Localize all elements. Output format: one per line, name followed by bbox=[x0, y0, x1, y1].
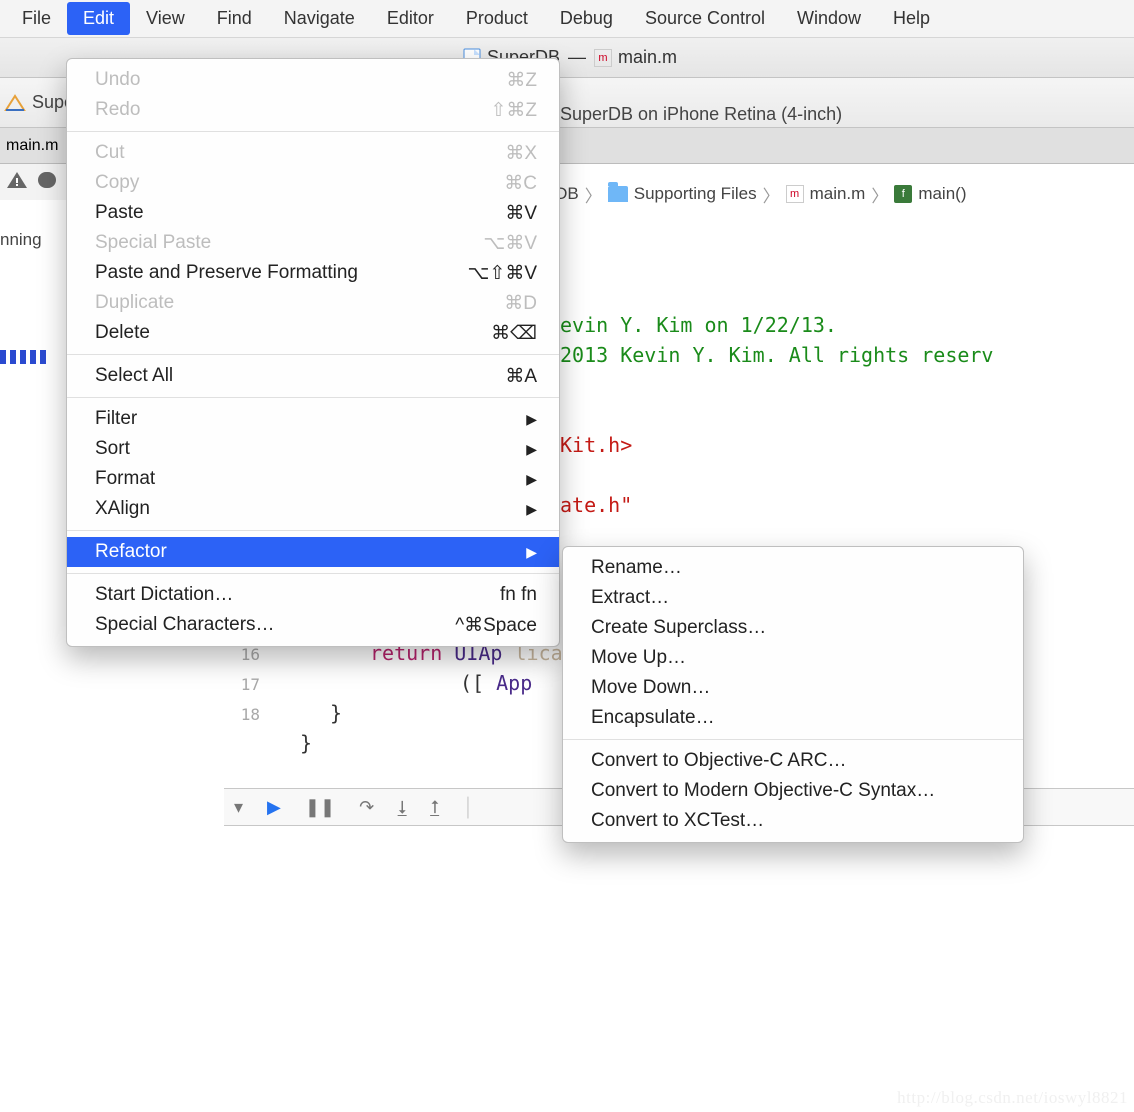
menu-window[interactable]: Window bbox=[781, 2, 877, 35]
menu-editor[interactable]: Editor bbox=[371, 2, 450, 35]
title-sep: — bbox=[568, 47, 586, 68]
warning-icon[interactable] bbox=[6, 170, 28, 195]
gutter-17: 17 bbox=[224, 670, 260, 700]
menu-view[interactable]: View bbox=[130, 2, 201, 35]
step-over-icon[interactable]: ↷ bbox=[359, 797, 374, 818]
refactor-encapsulate[interactable]: Encapsulate… bbox=[563, 703, 1023, 733]
code-line: } bbox=[330, 701, 342, 725]
code-line: ([ bbox=[460, 671, 484, 695]
chevron-right-icon: 〉 bbox=[871, 182, 888, 207]
menu-filter[interactable]: Filter▶ bbox=[67, 404, 559, 434]
menu-copy[interactable]: Copy⌘C bbox=[67, 168, 559, 198]
code-fn: App bbox=[496, 671, 532, 695]
menu-file[interactable]: File bbox=[6, 2, 67, 35]
code-line: ate.h" bbox=[560, 493, 632, 517]
breadcrumb-seg1[interactable]: Supporting Files bbox=[634, 184, 757, 204]
code-line: } bbox=[300, 731, 312, 755]
menu-special-paste[interactable]: Special Paste⌥⌘V bbox=[67, 228, 559, 258]
chevron-right-icon: ▶ bbox=[526, 441, 537, 458]
step-out-icon[interactable]: ⭡̲ bbox=[431, 797, 439, 818]
gutter-18: 18 bbox=[224, 700, 260, 730]
menu-cut[interactable]: Cut⌘X bbox=[67, 138, 559, 168]
analyze-icon[interactable] bbox=[36, 170, 58, 195]
chevron-right-icon: ▶ bbox=[526, 501, 537, 518]
code-line: 2013 Kevin Y. Kim. All rights reserv bbox=[560, 343, 993, 367]
code-line: Kit.h> bbox=[560, 433, 632, 457]
refactor-create-superclass[interactable]: Create Superclass… bbox=[563, 613, 1023, 643]
menu-special-characters[interactable]: Special Characters…^⌘Space bbox=[67, 610, 559, 640]
step-into-icon[interactable]: ⭣̲ bbox=[398, 797, 406, 818]
menu-select-all[interactable]: Select All⌘A bbox=[67, 361, 559, 391]
code-line: evin Y. Kim on 1/22/13. bbox=[560, 313, 837, 337]
progress-stripes bbox=[0, 350, 46, 364]
menubar[interactable]: File Edit View Find Navigate Editor Prod… bbox=[0, 0, 1134, 38]
menu-help[interactable]: Help bbox=[877, 2, 946, 35]
sidebar-status: nning bbox=[0, 230, 42, 250]
refactor-extract[interactable]: Extract… bbox=[563, 583, 1023, 613]
menu-undo[interactable]: Undo⌘Z bbox=[67, 65, 559, 95]
chevron-right-icon: ▶ bbox=[526, 471, 537, 488]
menu-xalign[interactable]: XAlign▶ bbox=[67, 494, 559, 524]
refactor-xctest[interactable]: Convert to XCTest… bbox=[563, 806, 1023, 836]
refactor-rename[interactable]: Rename… bbox=[563, 553, 1023, 583]
chevron-right-icon: 〉 bbox=[585, 182, 602, 207]
refactor-modern-objc[interactable]: Convert to Modern Objective-C Syntax… bbox=[563, 776, 1023, 806]
toolbar-status: SuperDB on iPhone Retina (4-inch) bbox=[560, 104, 842, 125]
menu-start-dictation[interactable]: Start Dictation…fn fn bbox=[67, 580, 559, 610]
menu-redo[interactable]: Redo⇧⌘Z bbox=[67, 95, 559, 125]
refactor-submenu[interactable]: Rename… Extract… Create Superclass… Move… bbox=[562, 546, 1024, 843]
toggle-debug-icon[interactable]: ▾ bbox=[234, 797, 243, 818]
menu-edit[interactable]: Edit bbox=[67, 2, 130, 35]
chevron-right-icon: ▶ bbox=[526, 544, 537, 561]
menu-product[interactable]: Product bbox=[450, 2, 544, 35]
menu-paste[interactable]: Paste⌘V bbox=[67, 198, 559, 228]
tab-main-m[interactable]: main.m bbox=[6, 137, 58, 155]
m-file-icon: m bbox=[786, 185, 804, 203]
folder-icon bbox=[608, 186, 628, 202]
menu-source-control[interactable]: Source Control bbox=[629, 2, 781, 35]
issue-navigator-icons bbox=[0, 164, 66, 200]
menu-sort[interactable]: Sort▶ bbox=[67, 434, 559, 464]
breadcrumb[interactable]: erDB 〉 Supporting Files 〉 m main.m 〉 f m… bbox=[540, 178, 966, 210]
menu-format[interactable]: Format▶ bbox=[67, 464, 559, 494]
edit-dropdown[interactable]: Undo⌘Z Redo⇧⌘Z Cut⌘X Copy⌘C Paste⌘V Spec… bbox=[66, 58, 560, 647]
m-file-icon: m bbox=[594, 49, 612, 67]
refactor-move-down[interactable]: Move Down… bbox=[563, 673, 1023, 703]
menu-find[interactable]: Find bbox=[201, 2, 268, 35]
chevron-right-icon: 〉 bbox=[763, 182, 780, 207]
refactor-arc[interactable]: Convert to Objective-C ARC… bbox=[563, 746, 1023, 776]
continue-icon[interactable]: ▶ bbox=[267, 797, 281, 818]
menu-duplicate[interactable]: Duplicate⌘D bbox=[67, 288, 559, 318]
menu-navigate[interactable]: Navigate bbox=[268, 2, 371, 35]
watermark: http://blog.csdn.net/ioswyl8821 bbox=[897, 1088, 1128, 1108]
breadcrumb-seg3[interactable]: main() bbox=[918, 184, 966, 204]
pause-icon[interactable]: ❚❚ bbox=[305, 797, 335, 818]
divider: │ bbox=[463, 797, 474, 818]
menu-debug[interactable]: Debug bbox=[544, 2, 629, 35]
breadcrumb-seg2[interactable]: main.m bbox=[810, 184, 866, 204]
refactor-move-up[interactable]: Move Up… bbox=[563, 643, 1023, 673]
app-icon bbox=[4, 92, 26, 114]
menu-paste-preserve[interactable]: Paste and Preserve Formatting⌥⇧⌘V bbox=[67, 258, 559, 288]
chevron-right-icon: ▶ bbox=[526, 411, 537, 428]
menu-refactor[interactable]: Refactor▶ bbox=[67, 537, 559, 567]
menu-delete[interactable]: Delete⌘⌫ bbox=[67, 318, 559, 348]
title-file: main.m bbox=[618, 47, 677, 68]
function-icon: f bbox=[894, 185, 912, 203]
